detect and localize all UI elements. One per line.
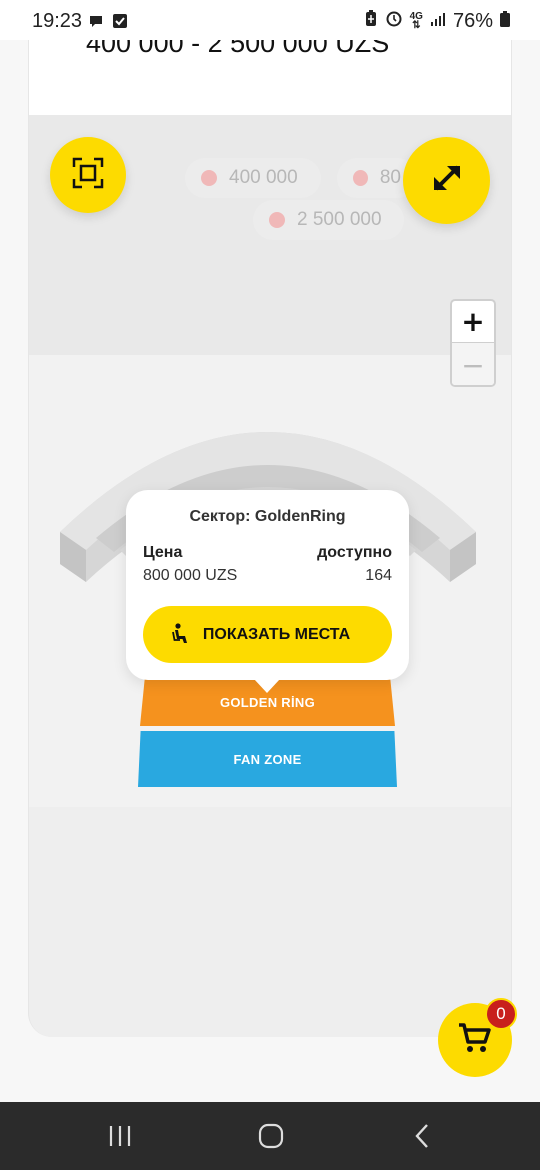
sector-label: FAN ZONE [233, 751, 302, 767]
zoom-control: + − [450, 299, 496, 387]
recent-apps-icon[interactable] [108, 1124, 132, 1153]
sector-popup: Сектор: GoldenRing Цена доступно 800 000… [126, 490, 409, 680]
system-nav-bar [0, 1102, 540, 1170]
status-right: 4G ⇅ 76% [364, 9, 510, 33]
chip-label: 2 500 000 [297, 209, 382, 230]
battery-icon [500, 10, 510, 33]
notification-icons [88, 13, 128, 34]
show-seats-button[interactable]: ПОКАЗАТЬ МЕСТА [143, 606, 392, 663]
expand-arrows-icon [427, 158, 467, 203]
price-dot-icon [201, 170, 217, 186]
zoom-in-button[interactable]: + [452, 301, 494, 343]
price-dot-icon [269, 212, 285, 228]
popup-title: Сектор: GoldenRing [189, 508, 346, 525]
fit-view-button[interactable] [50, 137, 126, 213]
cart-count-badge: 0 [485, 998, 517, 1030]
header-card: 400 000 - 2 500 000 UZS [28, 40, 512, 116]
price-dot-icon [353, 170, 368, 186]
price-legend-chip[interactable]: 2 500 000 [253, 200, 404, 240]
zoom-out-button[interactable]: − [452, 343, 494, 385]
alarm-icon [385, 9, 403, 33]
fullscreen-button[interactable] [403, 137, 490, 224]
battery-percent: 76% [452, 9, 493, 32]
seat-icon [171, 623, 191, 650]
popup-pointer [254, 679, 280, 693]
check-icon [112, 13, 128, 34]
back-icon[interactable] [412, 1123, 432, 1154]
available-label: доступно [317, 544, 392, 561]
network-type: 4G [409, 11, 423, 22]
status-bar: 19:23 4G ⇅ 76% [0, 0, 540, 40]
sector-fan-zone[interactable]: FAN ZONE [138, 731, 397, 787]
price-range: 400 000 - 2 500 000 UZS [86, 40, 390, 58]
sector-label: GOLDEN RİNG [219, 695, 316, 710]
cart-icon [457, 1020, 493, 1061]
price-label: Цена [143, 544, 183, 561]
price-value: 800 000 UZS [143, 567, 238, 584]
price-legend-chip[interactable]: 400 000 [185, 158, 321, 198]
network-icon: 4G ⇅ [409, 11, 423, 31]
chip-label: 400 000 [229, 167, 298, 188]
home-icon[interactable] [258, 1123, 284, 1154]
chip-label: 80 [379, 167, 401, 188]
show-seats-label: ПОКАЗАТЬ МЕСТА [202, 625, 351, 643]
battery-saver-icon [364, 9, 378, 33]
status-time: 19:23 [32, 10, 83, 32]
signal-icon [430, 10, 446, 33]
chat-icon [88, 13, 104, 34]
available-value: 164 [365, 567, 392, 584]
focus-frame-icon [72, 157, 104, 194]
